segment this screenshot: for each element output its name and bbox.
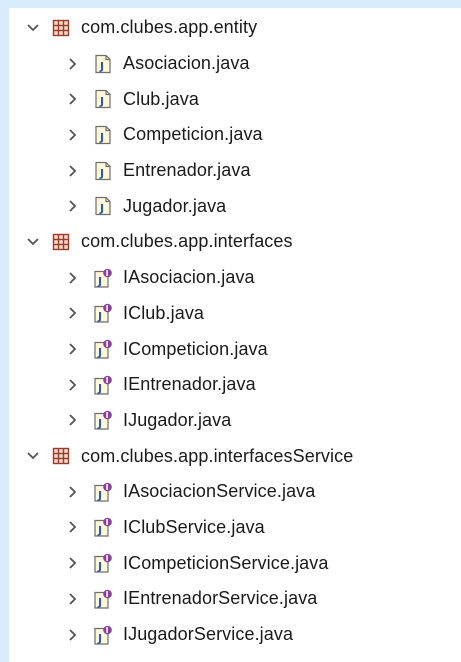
java-class-file-icon: J <box>93 161 113 181</box>
chevron-down-icon[interactable] <box>23 446 43 466</box>
svg-text:J: J <box>97 417 102 430</box>
chevron-right-icon[interactable] <box>63 375 83 395</box>
package-icon <box>51 18 71 38</box>
svg-text:J: J <box>97 489 102 502</box>
svg-text:J: J <box>99 95 104 108</box>
package-icon <box>51 232 71 252</box>
file-row[interactable]: J I IAsociacion.java <box>9 260 461 296</box>
file-row[interactable]: J I ICompeticionService.java <box>9 545 461 581</box>
file-row[interactable]: J I IClub.java <box>9 296 461 332</box>
file-row[interactable]: J Jugador.java <box>9 188 461 224</box>
java-interface-file-icon: J I <box>93 268 113 288</box>
chevron-right-icon[interactable] <box>63 625 83 645</box>
chevron-right-icon[interactable] <box>63 268 83 288</box>
file-label: IJugador.java <box>123 409 232 430</box>
svg-text:J: J <box>97 310 102 323</box>
package-row[interactable]: com.clubes.app.interfaces <box>9 224 461 260</box>
svg-text:J: J <box>99 167 104 180</box>
file-row[interactable]: J Asociacion.java <box>9 46 461 82</box>
svg-text:J: J <box>97 382 102 395</box>
java-class-file-icon: J <box>93 125 113 145</box>
chevron-right-icon[interactable] <box>63 125 83 145</box>
java-interface-file-icon: J I <box>93 553 113 573</box>
file-row[interactable]: J I ICompeticion.java <box>9 331 461 367</box>
file-label: IAsociacionService.java <box>123 481 316 502</box>
svg-text:I: I <box>106 411 109 420</box>
chevron-right-icon[interactable] <box>63 410 83 430</box>
java-interface-file-icon: J I <box>93 625 113 645</box>
chevron-right-icon[interactable] <box>63 303 83 323</box>
package-explorer-panel: com.clubes.app.entity J Asociacion.java <box>9 8 461 662</box>
file-label: IClubService.java <box>123 516 265 537</box>
svg-text:J: J <box>97 560 102 573</box>
file-label: IJugadorService.java <box>123 624 294 645</box>
svg-text:I: I <box>106 304 109 313</box>
chevron-right-icon[interactable] <box>63 339 83 359</box>
file-label: ICompeticionService.java <box>123 552 329 573</box>
svg-text:I: I <box>106 340 109 349</box>
package-row[interactable]: com.clubes.app.entity <box>9 10 461 46</box>
svg-text:I: I <box>106 483 109 492</box>
svg-text:J: J <box>97 524 102 537</box>
java-interface-file-icon: J I <box>93 375 113 395</box>
svg-text:I: I <box>106 554 109 563</box>
svg-text:J: J <box>97 596 102 609</box>
file-label: Jugador.java <box>123 195 227 216</box>
file-row[interactable]: J I IEntrenador.java <box>9 367 461 403</box>
chevron-right-icon[interactable] <box>63 589 83 609</box>
java-class-file-icon: J <box>93 196 113 216</box>
file-row[interactable]: J I IJugador.java <box>9 403 461 439</box>
chevron-down-icon[interactable] <box>23 232 43 252</box>
svg-text:J: J <box>99 131 104 144</box>
file-label: Asociacion.java <box>123 53 250 74</box>
svg-text:I: I <box>106 269 109 278</box>
file-label: IEntrenadorService.java <box>123 588 318 609</box>
svg-text:I: I <box>106 518 109 527</box>
svg-text:I: I <box>106 590 109 599</box>
java-interface-file-icon: J I <box>93 303 113 323</box>
chevron-right-icon[interactable] <box>63 89 83 109</box>
package-label: com.clubes.app.interfaces <box>81 231 293 252</box>
svg-text:I: I <box>106 626 109 635</box>
chevron-right-icon[interactable] <box>63 161 83 181</box>
chevron-right-icon[interactable] <box>63 196 83 216</box>
file-label: Competicion.java <box>123 124 263 145</box>
chevron-right-icon[interactable] <box>63 517 83 537</box>
java-interface-file-icon: J I <box>93 339 113 359</box>
svg-text:J: J <box>99 202 104 215</box>
file-row[interactable]: J Competicion.java <box>9 117 461 153</box>
file-row[interactable]: J I IClubService.java <box>9 510 461 546</box>
svg-text:J: J <box>97 275 102 288</box>
file-label: IEntrenador.java <box>123 374 256 395</box>
java-interface-file-icon: J I <box>93 410 113 430</box>
java-class-file-icon: J <box>93 89 113 109</box>
file-row[interactable]: J Entrenador.java <box>9 153 461 189</box>
package-row[interactable]: com.clubes.app.interfacesService <box>9 438 461 474</box>
package-label: com.clubes.app.entity <box>81 17 258 38</box>
file-label: IClub.java <box>123 302 205 323</box>
file-label: ICompeticion.java <box>123 338 268 359</box>
java-interface-file-icon: J I <box>93 589 113 609</box>
file-row[interactable]: J I IEntrenadorService.java <box>9 581 461 617</box>
file-label: Entrenador.java <box>123 160 251 181</box>
chevron-right-icon[interactable] <box>63 54 83 74</box>
file-row[interactable]: J Club.java <box>9 81 461 117</box>
file-label: IAsociacion.java <box>123 267 255 288</box>
java-interface-file-icon: J I <box>93 517 113 537</box>
package-label: com.clubes.app.interfacesService <box>81 445 354 466</box>
java-class-file-icon: J <box>93 54 113 74</box>
chevron-right-icon[interactable] <box>63 482 83 502</box>
svg-text:J: J <box>97 632 102 645</box>
package-icon <box>51 446 71 466</box>
chevron-down-icon[interactable] <box>23 18 43 38</box>
svg-text:I: I <box>106 376 109 385</box>
file-row[interactable]: J I IAsociacionService.java <box>9 474 461 510</box>
package-tree: com.clubes.app.entity J Asociacion.java <box>9 10 461 652</box>
svg-text:J: J <box>97 346 102 359</box>
file-row[interactable]: J I IJugadorService.java <box>9 617 461 653</box>
svg-text:J: J <box>99 60 104 73</box>
file-label: Club.java <box>123 88 199 109</box>
java-interface-file-icon: J I <box>93 482 113 502</box>
chevron-right-icon[interactable] <box>63 553 83 573</box>
